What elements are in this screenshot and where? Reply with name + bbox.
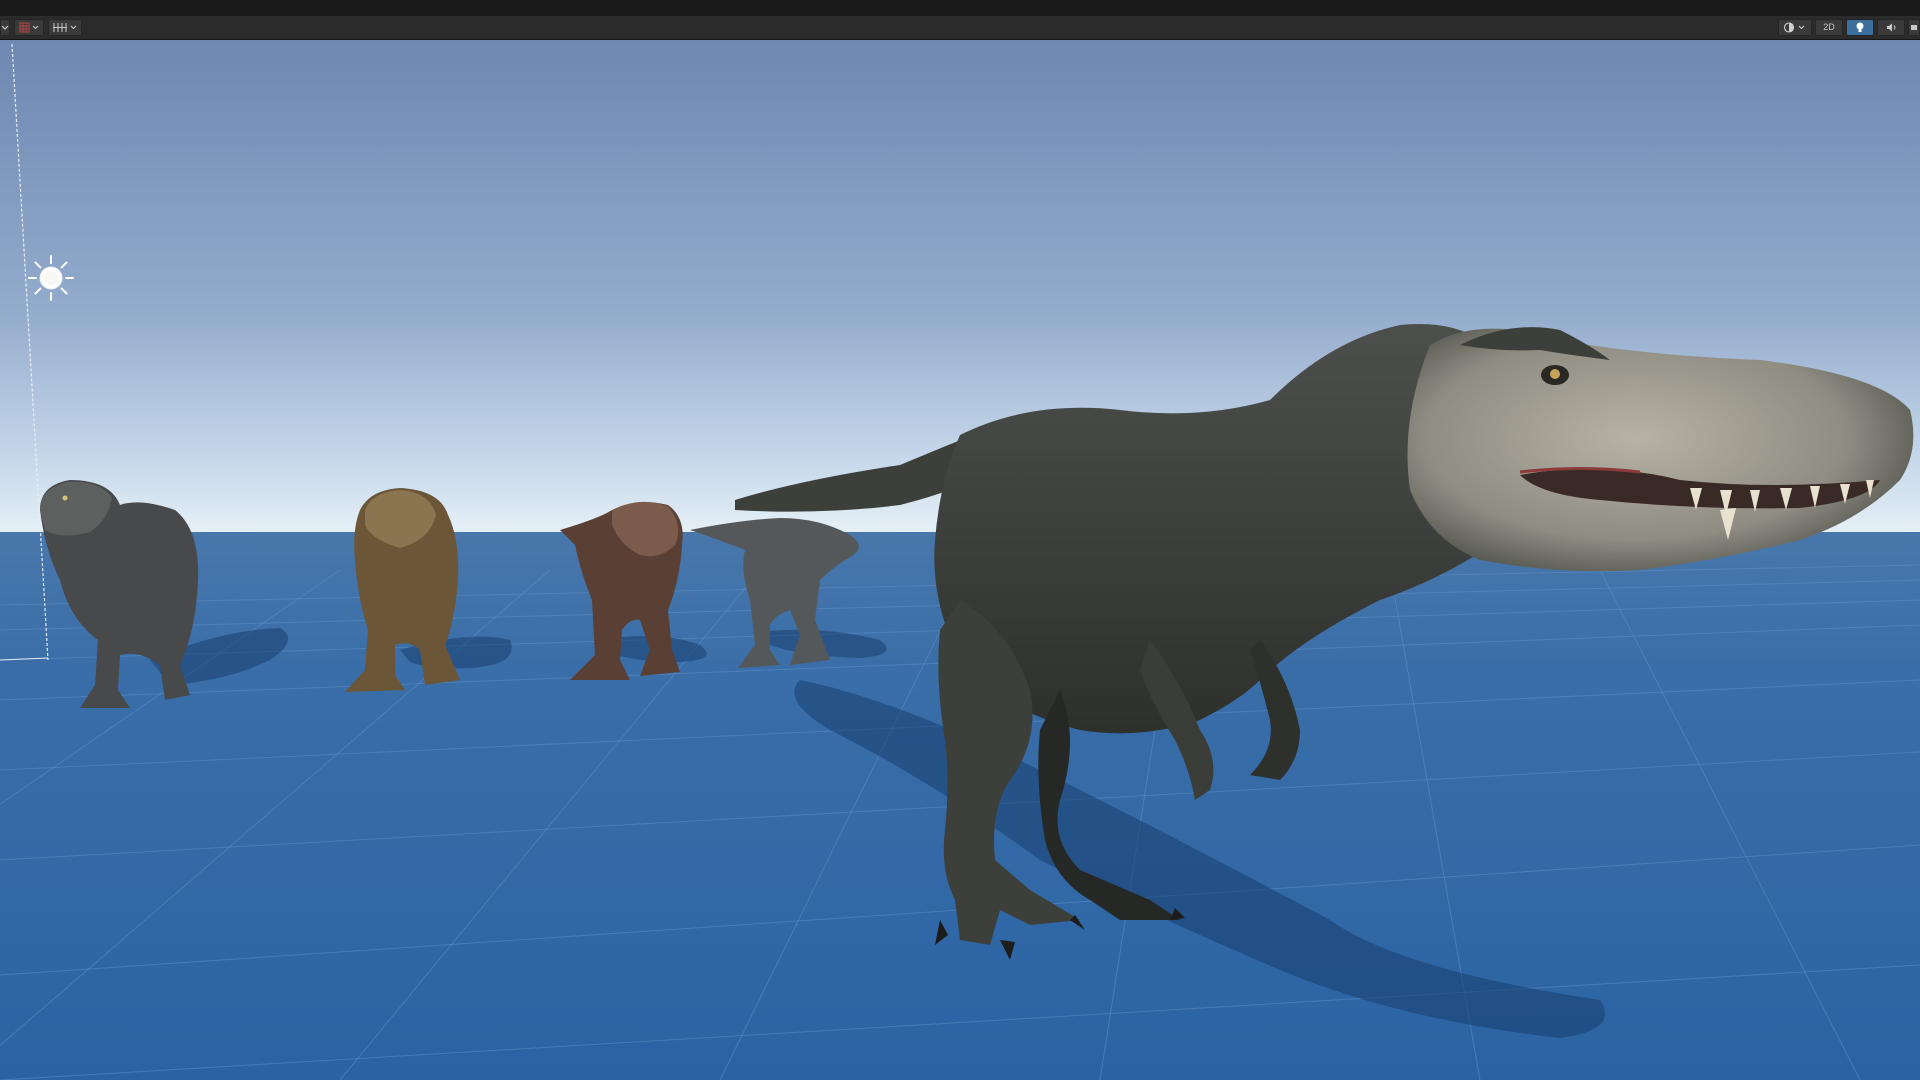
scene-viewport[interactable]	[0, 40, 1920, 1080]
unity-scene-window: 2D	[0, 0, 1920, 1080]
window-top-strip	[0, 0, 1920, 16]
sun-icon[interactable]	[28, 255, 74, 301]
scene-effects-dropdown[interactable]	[1908, 19, 1920, 36]
shading-mode-icon	[1783, 22, 1805, 33]
scene-render	[0, 40, 1920, 1080]
grid-icon	[19, 22, 39, 33]
audio-icon	[1887, 23, 1896, 32]
shading-mode-dropdown[interactable]	[1778, 19, 1812, 36]
tool-handle-icon	[1, 25, 9, 30]
effects-icon	[1911, 25, 1917, 30]
scene-audio-toggle[interactable]	[1877, 19, 1905, 36]
snap-settings-dropdown[interactable]	[48, 19, 82, 36]
2d-mode-label: 2D	[1823, 22, 1835, 32]
scene-toolbar: 2D	[0, 16, 1920, 40]
grid-toggle-dropdown[interactable]	[14, 19, 44, 36]
lightbulb-icon	[1856, 22, 1864, 32]
scene-lighting-toggle[interactable]	[1846, 19, 1874, 36]
snap-increment-icon	[53, 23, 77, 32]
2d-mode-toggle[interactable]: 2D	[1815, 19, 1843, 36]
tool-handle-dropdown[interactable]	[0, 19, 10, 36]
